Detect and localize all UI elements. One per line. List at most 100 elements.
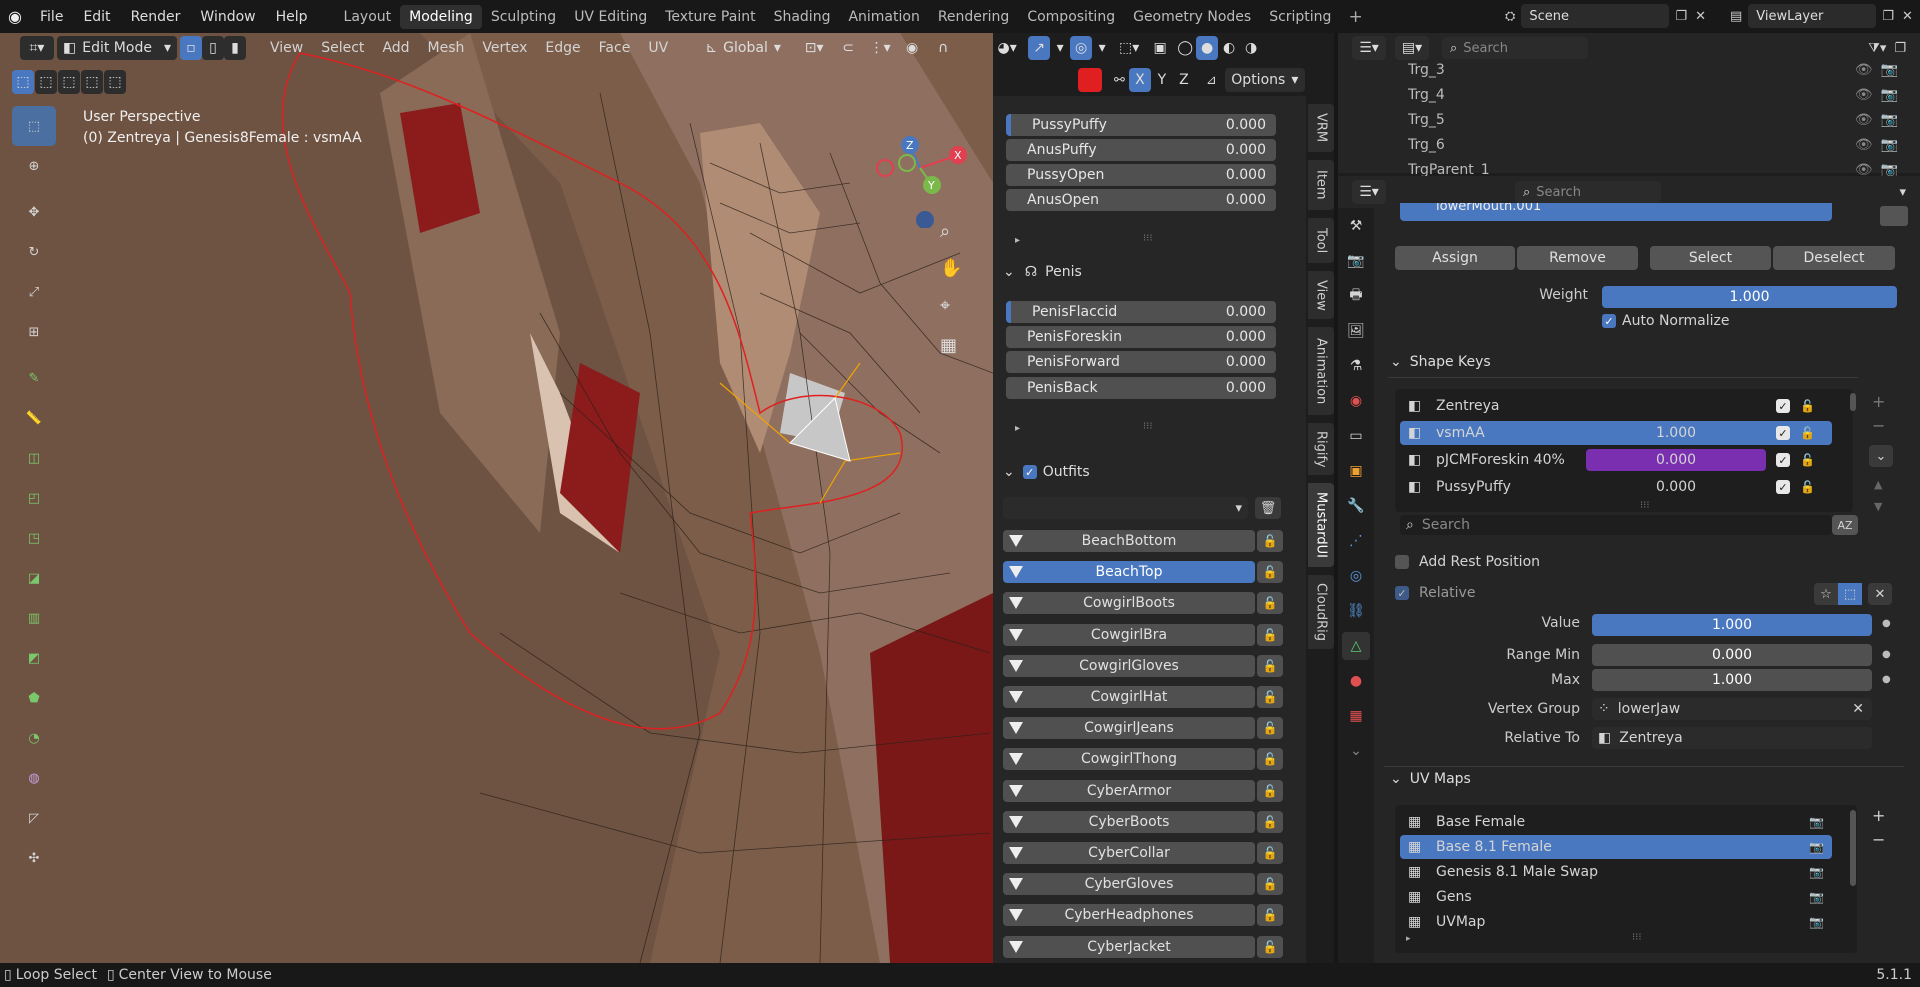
- shape-key-value[interactable]: 1.000: [1586, 422, 1766, 444]
- lock-icon[interactable]: 🔓: [1257, 592, 1283, 615]
- gizmo-dropdown-icon[interactable]: ▾: [1053, 36, 1067, 60]
- extrude-icon[interactable]: ◰: [12, 478, 56, 518]
- annotate-icon[interactable]: ✎: [12, 358, 56, 398]
- menu-view[interactable]: View: [261, 40, 312, 56]
- keyframe-dot-icon[interactable]: ●: [1882, 618, 1891, 629]
- expand-triangle-icon[interactable]: ▸: [1015, 423, 1020, 434]
- active-render-icon[interactable]: 📷: [1809, 915, 1824, 929]
- spin-icon[interactable]: ◔: [12, 718, 56, 758]
- overlays-dropdown-icon[interactable]: ▾: [1095, 36, 1109, 60]
- mode-dropdown[interactable]: ◧ Edit Mode ▾: [57, 36, 177, 60]
- output-tab-icon[interactable]: 🖶: [1342, 282, 1370, 310]
- lock-icon[interactable]: 🔓: [1257, 530, 1283, 552]
- axis-z-button[interactable]: Z: [1173, 68, 1195, 92]
- select-extend-icon[interactable]: ⬚: [35, 70, 57, 94]
- select-button[interactable]: Select: [1650, 246, 1771, 270]
- lock-icon[interactable]: 🔓: [1257, 748, 1283, 771]
- particles-tab-icon[interactable]: ⋰: [1342, 527, 1370, 555]
- tab-uv-editing[interactable]: UV Editing: [565, 5, 656, 29]
- rip-icon[interactable]: ✣: [12, 838, 56, 878]
- add-rest-position-checkbox[interactable]: [1395, 555, 1409, 569]
- solid-shading-icon[interactable]: ●: [1196, 36, 1219, 60]
- select-invert-icon[interactable]: ⬚: [81, 70, 103, 94]
- mesh-overlays-icon[interactable]: ⬚▾: [1112, 36, 1146, 60]
- cursor-icon[interactable]: ⊕: [12, 146, 56, 186]
- remove-uv-map-icon[interactable]: −: [1872, 830, 1885, 849]
- menu-edit[interactable]: Edit: [73, 9, 120, 25]
- tab-animation[interactable]: Animation: [839, 5, 928, 29]
- lock-icon[interactable]: 🔓: [1257, 561, 1283, 584]
- falloff-icon[interactable]: ∩: [928, 36, 958, 60]
- poly-build-icon[interactable]: ⬟: [12, 678, 56, 718]
- uv-map-row[interactable]: ▦ Base Female 📷: [1400, 810, 1832, 834]
- pin-star-icon[interactable]: ☆: [1814, 583, 1838, 605]
- menu-uv[interactable]: UV: [639, 40, 677, 56]
- outfit-collection-dropdown[interactable]: ▾: [1003, 497, 1248, 519]
- drag-handle-icon[interactable]: ⁝⁝⁝: [1143, 421, 1153, 432]
- properties-editor-type-icon[interactable]: ☰▾: [1352, 180, 1386, 204]
- eye-icon[interactable]: 👁: [1855, 137, 1873, 153]
- keyframe-dot-icon[interactable]: ●: [1882, 649, 1891, 660]
- auto-normalize-checkbox[interactable]: ✓: [1602, 314, 1616, 328]
- shape-key-mute-checkbox[interactable]: ✓: [1776, 399, 1790, 413]
- visibility-icon[interactable]: ◕▾: [989, 36, 1025, 60]
- lock-icon[interactable]: 🔓: [1257, 779, 1283, 802]
- eye-icon[interactable]: 👁: [1855, 87, 1873, 103]
- loop-cut-icon[interactable]: ▥: [12, 598, 56, 638]
- remove-shape-key-icon[interactable]: −: [1872, 416, 1885, 435]
- tab-layout[interactable]: Layout: [335, 5, 401, 29]
- outfit-button[interactable]: CowgirlThong: [1003, 748, 1255, 771]
- navigation-gizmo[interactable]: X Z Y: [870, 118, 980, 229]
- outfit-button[interactable]: CowgirlHat: [1003, 686, 1255, 708]
- keyframe-dot-icon[interactable]: ●: [1882, 674, 1891, 685]
- lock-icon[interactable]: 🔓: [1257, 904, 1283, 927]
- uv-map-row[interactable]: ▦ UVMap 📷: [1400, 910, 1832, 934]
- tab-animation[interactable]: Animation: [1308, 327, 1334, 415]
- shape-key-row[interactable]: ◧ pJCMForeskin 40% 0.000 ✓ 🔓: [1400, 448, 1832, 472]
- scale-icon[interactable]: ⤢: [12, 272, 56, 312]
- camera-icon[interactable]: 📷: [1881, 87, 1898, 103]
- camera-icon[interactable]: 📷: [1881, 62, 1898, 78]
- shape-slider-pussyopen[interactable]: PussyOpen 0.000: [1006, 164, 1276, 186]
- uv-map-row[interactable]: ▦ Base 8.1 Female 📷: [1400, 835, 1832, 859]
- data-tab-icon[interactable]: △: [1342, 632, 1370, 660]
- shape-key-mute-checkbox[interactable]: ✓: [1776, 480, 1790, 494]
- remove-scene-icon[interactable]: ✕: [1695, 9, 1706, 24]
- add-uv-map-icon[interactable]: +: [1872, 806, 1885, 825]
- shear-icon[interactable]: ◸: [12, 798, 56, 838]
- menu-vertex[interactable]: Vertex: [473, 40, 536, 56]
- edit-mode-toggle-icon[interactable]: ⬚: [1838, 583, 1862, 605]
- shape-slider-penisforeskin[interactable]: PenisForeskin 0.000: [1006, 326, 1276, 348]
- display-mode-icon[interactable]: ▤▾: [1395, 36, 1429, 60]
- physics-tab-icon[interactable]: ◎: [1342, 562, 1370, 590]
- blender-logo-icon[interactable]: ◉: [0, 0, 30, 33]
- face-select-button[interactable]: ▮: [224, 36, 246, 60]
- lock-icon[interactable]: 🔓: [1257, 623, 1283, 646]
- menu-help[interactable]: Help: [266, 9, 318, 25]
- material-tab-icon[interactable]: ●: [1342, 667, 1370, 695]
- outfits-enable-checkbox[interactable]: ✓: [1022, 465, 1037, 479]
- auto-normalize-toggle[interactable]: ✓ Auto Normalize: [1602, 313, 1729, 329]
- active-render-icon[interactable]: 📷: [1809, 815, 1824, 829]
- tab-tool[interactable]: Tool: [1308, 218, 1334, 263]
- shape-key-mute-checkbox[interactable]: ✓: [1776, 426, 1790, 440]
- uv-maps-panel-header[interactable]: ⌄ UV Maps: [1390, 766, 1471, 792]
- pivot-point-icon[interactable]: ⊡▾: [796, 36, 832, 60]
- eye-icon[interactable]: 👁: [1855, 62, 1873, 78]
- outfit-button[interactable]: CyberJacket: [1003, 935, 1255, 958]
- smooth-icon[interactable]: ◍: [12, 758, 56, 798]
- value-slider[interactable]: 1.000: [1592, 614, 1872, 636]
- weight-slider[interactable]: 1.000: [1602, 286, 1897, 308]
- menu-face[interactable]: Face: [590, 40, 640, 56]
- bevel-icon[interactable]: ◪: [12, 558, 56, 598]
- shape-slider-penisforward[interactable]: PenisForward 0.000: [1006, 351, 1276, 373]
- render-tab-icon[interactable]: 📷: [1342, 247, 1370, 275]
- shape-slider-penisflaccid[interactable]: PenisFlaccid 0.000: [1006, 301, 1276, 323]
- tab-item[interactable]: Item: [1308, 160, 1334, 210]
- camera-icon[interactable]: 📷: [1881, 112, 1898, 128]
- outfit-button[interactable]: CowgirlGloves: [1003, 654, 1255, 677]
- list-scrollbar[interactable]: [1850, 393, 1856, 411]
- lock-icon[interactable]: 🔓: [1257, 686, 1283, 708]
- select-new-icon[interactable]: ⬚: [12, 70, 34, 94]
- menu-add[interactable]: Add: [373, 40, 418, 56]
